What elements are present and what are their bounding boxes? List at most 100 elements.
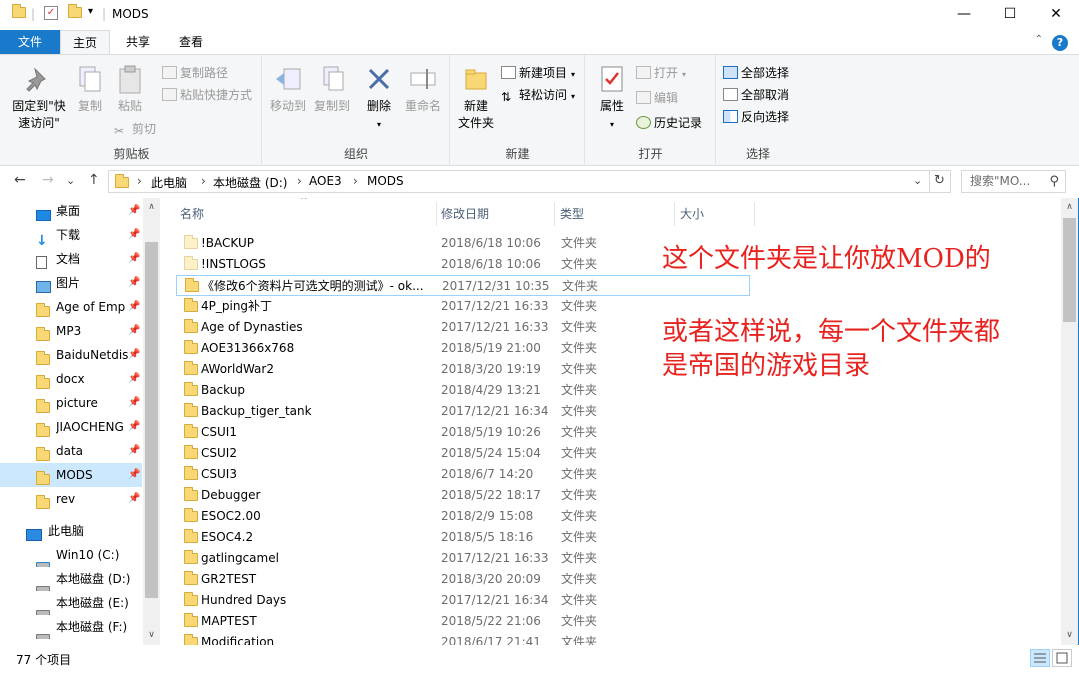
file-list-scroll-thumb[interactable] [1063,218,1076,322]
nav-item-quick-7[interactable]: docx 📌 [0,367,142,391]
address-dropdown-icon[interactable]: ⌄ [913,174,922,187]
large-icons-view-button[interactable] [1052,649,1072,667]
select-none-button[interactable]: 全部取消 [723,87,789,103]
properties-button[interactable]: 属性 ▾ [592,63,632,133]
file-row[interactable]: gatlingcamel 2017/12/21 16:33 文件夹 [176,548,750,569]
nav-item-quick-8[interactable]: picture 📌 [0,391,142,415]
nav-item-quick-11[interactable]: MODS 📌 [0,463,142,487]
nav-item-quick-6[interactable]: BaiduNetdis 📌 [0,343,142,367]
cut-button[interactable]: ✂ 剪切 [114,121,156,138]
scroll-up-icon[interactable]: ∧ [1061,202,1078,212]
new-item-button[interactable]: 新建项目 ▾ [501,65,575,83]
tab-view[interactable]: 查看 [166,30,216,54]
file-list-scrollbar[interactable]: ∧ ∨ [1061,198,1078,645]
breadcrumb-mods[interactable]: MODS [367,174,404,188]
minimize-button[interactable]: — [941,0,987,30]
tab-home[interactable]: 主页 [60,30,110,54]
file-row[interactable]: CSUI1 2018/5/19 10:26 文件夹 [176,422,750,443]
properties-dropdown-icon[interactable]: ▾ [610,120,614,129]
recent-locations-button[interactable]: ⌄ [66,174,75,187]
address-bar[interactable]: › 此电脑 › 本地磁盘 (D:) › AOE3 › MODS ⌄ [108,170,930,193]
pin-icon[interactable]: 📌 [128,367,140,391]
help-button[interactable]: ? [1052,35,1068,51]
pin-icon[interactable]: 📌 [128,343,140,367]
file-row[interactable]: 4P_ping补丁 2017/12/21 16:33 文件夹 [176,296,750,317]
invert-selection-button[interactable]: 反向选择 [723,109,789,125]
column-divider[interactable] [554,202,555,226]
nav-item-quick-3[interactable]: 图片 📌 [0,271,142,295]
delete-button[interactable]: 删除 ▾ [359,63,399,133]
file-row[interactable]: 《修改6个资料片可选文明的测试》- ok... 2017/12/31 10:35 文… [176,275,750,296]
pin-icon[interactable]: 📌 [128,319,140,343]
move-to-button[interactable]: 移动到 [267,63,309,115]
column-header-date[interactable]: 修改日期 [441,198,489,230]
easy-access-button[interactable]: ⇅ 轻松访问 ▾ [501,87,575,105]
file-row[interactable]: ESOC4.2 2018/5/5 18:16 文件夹 [176,527,750,548]
open-button[interactable]: 打开 ▾ [636,65,686,83]
nav-scrollbar[interactable]: ∧ ∨ [143,198,160,645]
collapse-ribbon-icon[interactable]: ⌃ [1035,34,1043,45]
nav-item-drive-0[interactable]: Win10 (C:) [0,543,142,567]
nav-item-quick-9[interactable]: JIAOCHENG 📌 [0,415,142,439]
file-row[interactable]: MAPTEST 2018/5/22 21:06 文件夹 [176,611,750,632]
file-row[interactable]: Backup 2018/4/29 13:21 文件夹 [176,380,750,401]
delete-dropdown-icon[interactable]: ▾ [377,120,381,129]
file-row[interactable]: Hundred Days 2017/12/21 16:34 文件夹 [176,590,750,611]
breadcrumb-this-pc[interactable]: 此电脑 [151,174,187,191]
new-folder-button[interactable]: 新建 文件夹 [453,63,499,132]
file-row[interactable]: GR2TEST 2018/3/20 20:09 文件夹 [176,569,750,590]
nav-item-quick-10[interactable]: data 📌 [0,439,142,463]
back-button[interactable]: ← [14,172,26,188]
file-row[interactable]: Modification 2018/6/17 21:41 文件夹 [176,632,750,645]
pin-icon[interactable]: 📌 [128,199,140,223]
tab-file[interactable]: 文件 [0,30,60,54]
copy-button[interactable]: 复制 [72,63,108,115]
pin-quick-access-button[interactable]: 固定到"快 速访问" [8,63,70,132]
scroll-down-icon[interactable]: ∨ [143,630,160,640]
nav-item-drive-2[interactable]: 本地磁盘 (E:) [0,591,142,615]
nav-item-drive-1[interactable]: 本地磁盘 (D:) [0,567,142,591]
column-header-size[interactable]: 大小 [680,198,704,230]
pin-icon[interactable]: 📌 [128,439,140,463]
column-divider[interactable] [754,202,755,226]
tab-share[interactable]: 共享 [113,30,163,54]
file-row[interactable]: CSUI2 2018/5/24 15:04 文件夹 [176,443,750,464]
pin-icon[interactable]: 📌 [128,295,140,319]
rename-button[interactable]: 重命名 [401,63,445,115]
column-divider[interactable] [674,202,675,226]
scroll-up-icon[interactable]: ∧ [143,202,160,212]
details-view-button[interactable] [1030,649,1050,667]
copy-path-button[interactable]: 复制路径 [162,65,228,81]
maximize-button[interactable]: ☐ [987,0,1033,30]
customize-toolbar-icon[interactable]: ▾ [88,6,93,17]
select-all-button[interactable]: 全部选择 [723,65,789,81]
edit-button[interactable]: 编辑 [636,90,678,106]
search-input[interactable]: 搜索"MO... ⚲ [961,170,1066,193]
nav-item-quick-0[interactable]: 桌面 📌 [0,199,142,223]
breadcrumb-aoe3[interactable]: AOE3 [309,174,342,188]
pin-icon[interactable]: 📌 [128,247,140,271]
nav-item-this-pc[interactable]: 此电脑 [0,519,142,543]
nav-item-drive-3[interactable]: 本地磁盘 (F:) [0,615,142,639]
copy-to-button[interactable]: 复制到 [311,63,353,115]
pin-icon[interactable]: 📌 [128,271,140,295]
paste-shortcut-button[interactable]: 粘贴快捷方式 [162,87,252,103]
nav-item-quick-12[interactable]: rev 📌 [0,487,142,511]
refresh-button[interactable]: ↻ [929,170,951,193]
file-row[interactable]: Debugger 2018/5/22 18:17 文件夹 [176,485,750,506]
pin-icon[interactable]: 📌 [128,463,140,487]
nav-item-quick-2[interactable]: 文档 📌 [0,247,142,271]
nav-scroll-thumb[interactable] [145,242,158,598]
pin-icon[interactable]: 📌 [128,223,140,247]
close-button[interactable]: ✕ [1033,0,1079,30]
paste-button[interactable]: 粘贴 [112,63,148,115]
scroll-down-icon[interactable]: ∨ [1061,630,1078,640]
forward-button[interactable]: → [42,172,54,188]
column-divider[interactable] [436,202,437,226]
file-row[interactable]: ESOC2.00 2018/2/9 15:08 文件夹 [176,506,750,527]
column-header-type[interactable]: 类型 [560,198,584,230]
file-row[interactable]: Backup_tiger_tank 2017/12/21 16:34 文件夹 [176,401,750,422]
properties-check-icon[interactable]: ✓ [44,6,58,20]
column-header-name[interactable]: 名称 [180,198,204,230]
pin-icon[interactable]: 📌 [128,415,140,439]
